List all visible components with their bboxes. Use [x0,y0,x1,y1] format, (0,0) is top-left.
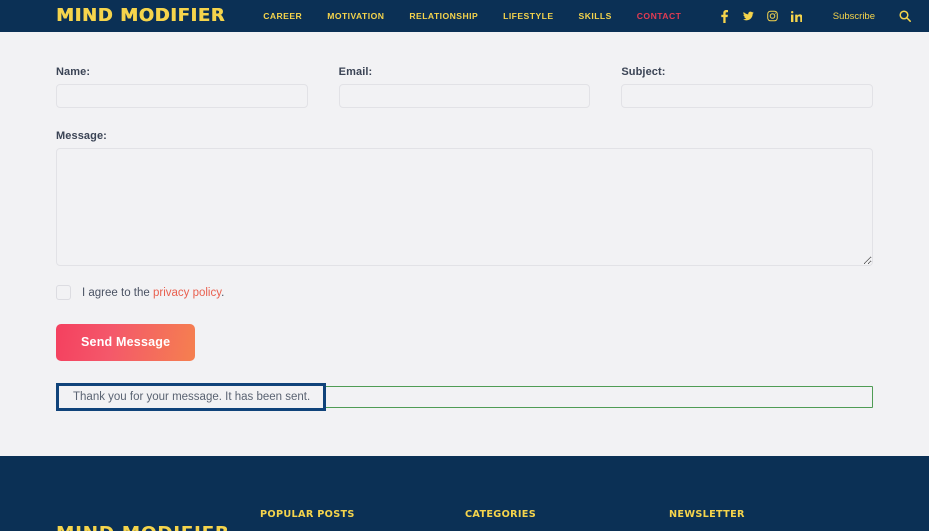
subject-input[interactable] [621,84,874,108]
site-footer: POPULAR POSTS CATEGORIES NEWSLETTER MIND… [0,456,929,531]
nav-item-relationship[interactable]: RELATIONSHIP [409,11,478,21]
nav-item-lifestyle[interactable]: LIFESTYLE [503,11,553,21]
nav-item-contact[interactable]: CONTACT [637,11,682,21]
footer-column-newsletter: NEWSLETTER [669,509,873,520]
footer-brand-logo[interactable]: MIND MODIFIER [56,523,230,531]
contact-form-section: Name: Email: Subject: Message: I agree t… [0,32,929,456]
header-right-cluster: Subscribe [719,9,911,23]
footer-column-categories: CATEGORIES [465,509,669,520]
footer-heading-popular-posts: POPULAR POSTS [260,509,355,520]
email-input[interactable] [338,84,591,108]
nav-item-skills[interactable]: SKILLS [579,11,612,21]
footer-columns: POPULAR POSTS CATEGORIES NEWSLETTER [56,456,873,520]
message-label: Message: [56,130,107,142]
message-textarea[interactable] [56,148,873,266]
name-input[interactable] [56,84,308,108]
subscribe-link[interactable]: Subscribe [833,11,875,22]
agree-text-before: I agree to the [82,286,153,299]
name-label: Name: [56,66,91,78]
facebook-icon[interactable] [719,9,730,23]
nav-item-career[interactable]: CAREER [263,11,302,21]
email-label: Email: [338,66,373,78]
subject-field-group: Subject: [621,66,874,108]
email-field-group: Email: [338,66,591,108]
footer-brand-column [56,509,260,520]
main-navigation: CAREER MOTIVATION RELATIONSHIP LIFESTYLE… [263,11,681,21]
instagram-icon[interactable] [766,10,778,23]
agree-text-after: . [221,286,225,299]
nav-item-motivation[interactable]: MOTIVATION [327,11,384,21]
social-icon-list [719,9,802,23]
privacy-policy-link[interactable]: privacy policy [153,287,221,299]
subject-label: Subject: [621,66,666,78]
form-status-container: Thank you for your message. It has been … [56,383,873,411]
footer-heading-newsletter: NEWSLETTER [668,509,745,520]
privacy-agreement-row: I agree to the privacy policy. [56,266,873,300]
footer-heading-categories: CATEGORIES [464,509,536,520]
search-icon[interactable] [899,10,911,22]
site-header: MIND MODIFIER CAREER MOTIVATION RELATION… [0,0,929,32]
name-field-group: Name: [56,66,308,108]
privacy-agreement-label: I agree to the privacy policy. [82,287,224,299]
footer-column-popular-posts: POPULAR POSTS [260,509,464,520]
form-field-row: Name: Email: Subject: [56,32,874,108]
twitter-icon[interactable] [742,10,754,23]
brand-logo[interactable]: MIND MODIFIER [56,6,225,26]
linkedin-icon[interactable] [790,10,802,23]
message-field-group: Message: [56,108,873,266]
send-message-button[interactable]: Send Message [56,324,196,361]
form-status-message: Thank you for your message. It has been … [56,383,327,411]
privacy-agreement-checkbox[interactable] [56,285,71,300]
